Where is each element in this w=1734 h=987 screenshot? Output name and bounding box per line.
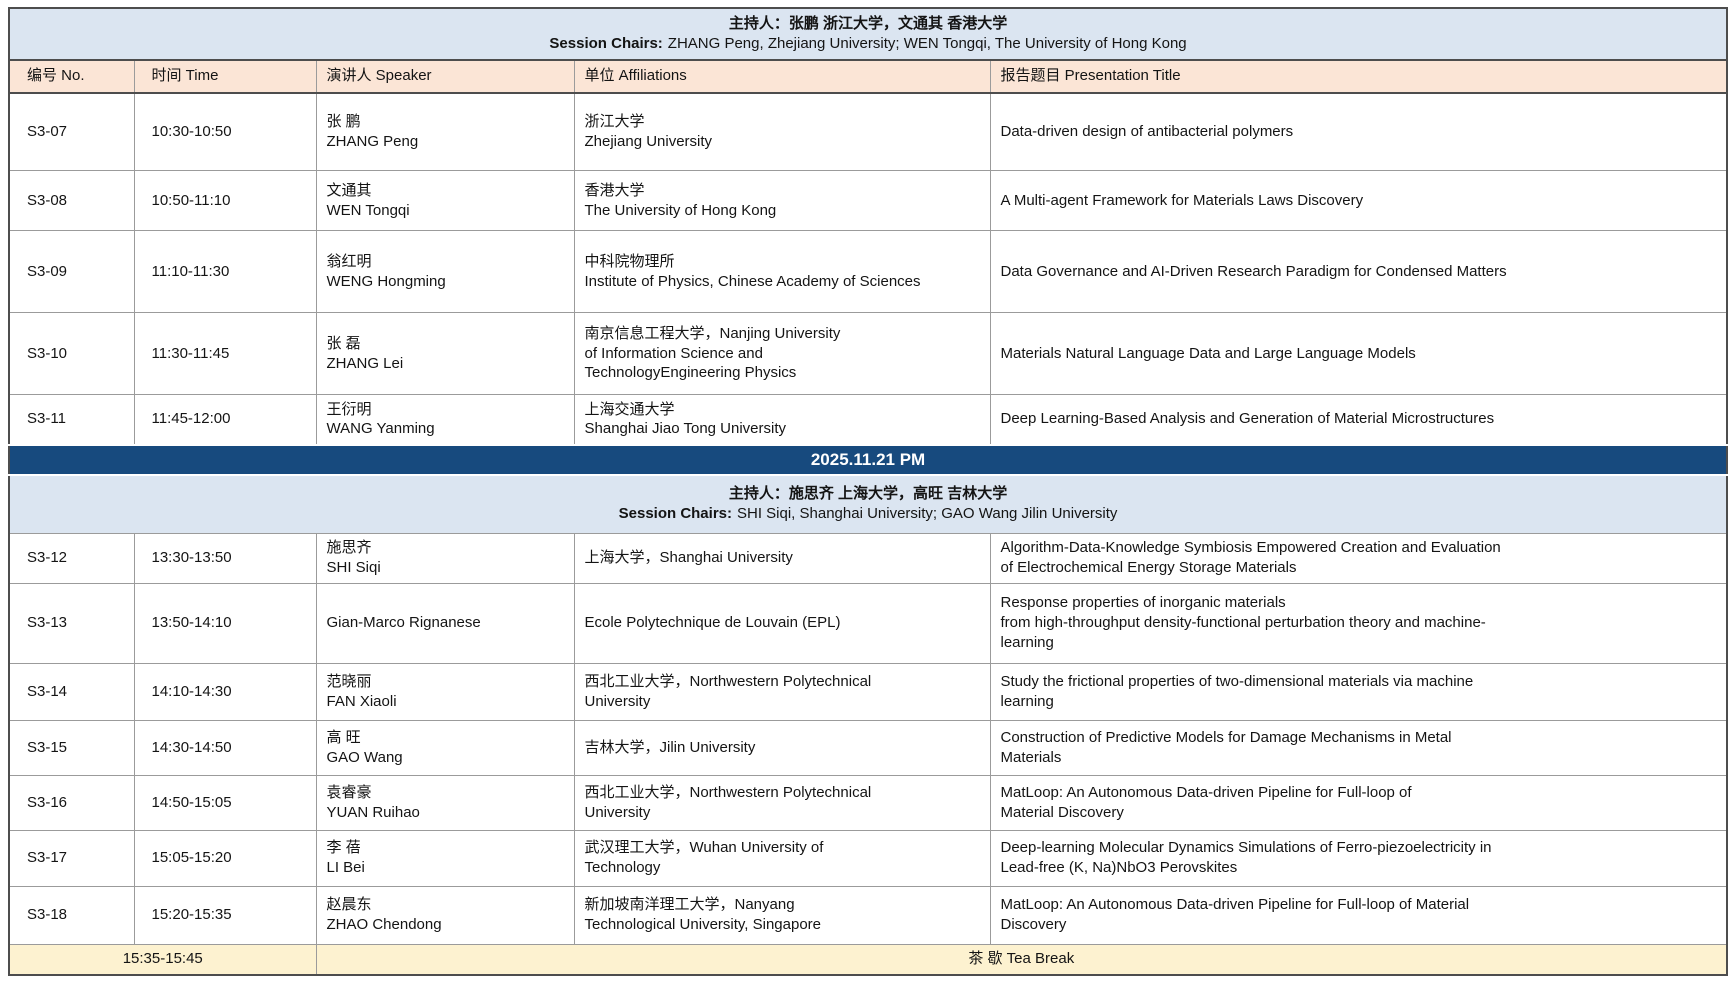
cell-title: Materials Natural Language Data and Larg… bbox=[990, 313, 1727, 395]
cell-time: 13:50-14:10 bbox=[134, 583, 316, 663]
cell-affiliation: 南京信息工程大学，Nanjing University of Informati… bbox=[574, 313, 990, 395]
column-header-title: 报告题目 Presentation Title bbox=[990, 60, 1727, 93]
cell-affiliation: 中科院物理所 Institute of Physics, Chinese Aca… bbox=[574, 231, 990, 313]
tea-break-time: 15:35-15:45 bbox=[9, 944, 316, 975]
column-header-speaker: 演讲人 Speaker bbox=[316, 60, 574, 93]
row-s3-18: S3-18 15:20-15:35 赵晨东 ZHAO Chendong 新加坡南… bbox=[9, 886, 1727, 944]
session-chairs-pm: 主持人：施思齐 上海大学，高旺 吉林大学 Session Chairs: SHI … bbox=[9, 475, 1727, 533]
row-s3-10: S3-10 11:30-11:45 张 磊 ZHANG Lei 南京信息工程大学… bbox=[9, 313, 1727, 395]
cell-title: Data-driven design of antibacterial poly… bbox=[990, 93, 1727, 171]
cell-title: MatLoop: An Autonomous Data-driven Pipel… bbox=[990, 775, 1727, 830]
session-chairs-am: 主持人：张鹏 浙江大学，文通其 香港大学 Session Chairs: ZHAN… bbox=[9, 8, 1727, 60]
chairs-en-text: Session Chairs: ZHANG Peng, Zhejiang Univ… bbox=[18, 34, 1718, 54]
session-chairs-pm-cell: 主持人：施思齐 上海大学，高旺 吉林大学 Session Chairs: SHI … bbox=[9, 475, 1727, 533]
cell-title: MatLoop: An Autonomous Data-driven Pipel… bbox=[990, 886, 1727, 944]
cell-time: 15:05-15:20 bbox=[134, 830, 316, 886]
row-s3-13: S3-13 13:50-14:10 Gian-Marco Rignanese E… bbox=[9, 583, 1727, 663]
cell-speaker: 文通其 WEN Tongqi bbox=[316, 171, 574, 231]
cell-no: S3-15 bbox=[9, 720, 134, 775]
row-s3-16: S3-16 14:50-15:05 袁睿豪 YUAN Ruihao 西北工业大学… bbox=[9, 775, 1727, 830]
cell-affiliation: 上海大学，Shanghai University bbox=[574, 533, 990, 583]
cell-speaker: 高 旺 GAO Wang bbox=[316, 720, 574, 775]
row-s3-09: S3-09 11:10-11:30 翁红明 WENG Hongming 中科院物… bbox=[9, 231, 1727, 313]
cell-no: S3-18 bbox=[9, 886, 134, 944]
cell-title: Response properties of inorganic materia… bbox=[990, 583, 1727, 663]
row-s3-14: S3-14 14:10-14:30 范晓丽 FAN Xiaoli 西北工业大学，… bbox=[9, 663, 1727, 720]
session-chairs-am-cell: 主持人：张鹏 浙江大学，文通其 香港大学 Session Chairs: ZHAN… bbox=[9, 8, 1727, 60]
cell-title: Deep Learning-Based Analysis and Generat… bbox=[990, 395, 1727, 445]
tea-break-row: 15:35-15:45 茶 歇 Tea Break bbox=[9, 944, 1727, 975]
row-s3-17: S3-17 15:05-15:20 李 蓓 LI Bei 武汉理工大学，Wuha… bbox=[9, 830, 1727, 886]
cell-title: Algorithm-Data-Knowledge Symbiosis Empow… bbox=[990, 533, 1727, 583]
cell-time: 14:10-14:30 bbox=[134, 663, 316, 720]
row-s3-07: S3-07 10:30-10:50 张 鹏 ZHANG Peng 浙江大学 Zh… bbox=[9, 93, 1727, 171]
cell-no: S3-12 bbox=[9, 533, 134, 583]
chairs-en-text: Session Chairs: SHI Siqi, Shanghai Univer… bbox=[18, 504, 1718, 524]
cell-speaker: 袁睿豪 YUAN Ruihao bbox=[316, 775, 574, 830]
cell-no: S3-11 bbox=[9, 395, 134, 445]
chairs-zh-text: 主持人：张鹏 浙江大学，文通其 香港大学 bbox=[18, 14, 1718, 34]
cell-speaker: 翁红明 WENG Hongming bbox=[316, 231, 574, 313]
cell-title: Study the frictional properties of two-d… bbox=[990, 663, 1727, 720]
row-s3-12: S3-12 13:30-13:50 施思齐 SHI Siqi 上海大学，Shan… bbox=[9, 533, 1727, 583]
cell-affiliation: 上海交通大学 Shanghai Jiao Tong University bbox=[574, 395, 990, 445]
cell-no: S3-17 bbox=[9, 830, 134, 886]
cell-speaker: 张 磊 ZHANG Lei bbox=[316, 313, 574, 395]
column-header-row: 编号 No. 时间 Time 演讲人 Speaker 单位 Affiliatio… bbox=[9, 60, 1727, 93]
date-banner: 2025.11.21 PM bbox=[9, 445, 1727, 475]
cell-time: 10:30-10:50 bbox=[134, 93, 316, 171]
cell-time: 14:50-15:05 bbox=[134, 775, 316, 830]
date-banner-row: 2025.11.21 PM bbox=[9, 445, 1727, 475]
cell-affiliation: 新加坡南洋理工大学，Nanyang Technological Universi… bbox=[574, 886, 990, 944]
column-header-time: 时间 Time bbox=[134, 60, 316, 93]
cell-time: 11:10-11:30 bbox=[134, 231, 316, 313]
cell-no: S3-10 bbox=[9, 313, 134, 395]
cell-affiliation: Ecole Polytechnique de Louvain (EPL) bbox=[574, 583, 990, 663]
cell-speaker: 王衍明 WANG Yanming bbox=[316, 395, 574, 445]
chairs-en-value: ZHANG Peng, Zhejiang University; WEN Ton… bbox=[668, 35, 1187, 52]
cell-affiliation: 浙江大学 Zhejiang University bbox=[574, 93, 990, 171]
row-s3-11: S3-11 11:45-12:00 王衍明 WANG Yanming 上海交通大… bbox=[9, 395, 1727, 445]
cell-speaker: Gian-Marco Rignanese bbox=[316, 583, 574, 663]
cell-speaker: 李 蓓 LI Bei bbox=[316, 830, 574, 886]
cell-time: 10:50-11:10 bbox=[134, 171, 316, 231]
row-s3-15: S3-15 14:30-14:50 高 旺 GAO Wang 吉林大学，Jili… bbox=[9, 720, 1727, 775]
cell-title: A Multi-agent Framework for Materials La… bbox=[990, 171, 1727, 231]
cell-time: 11:45-12:00 bbox=[134, 395, 316, 445]
chairs-zh-text: 主持人：施思齐 上海大学，高旺 吉林大学 bbox=[18, 484, 1718, 504]
cell-no: S3-13 bbox=[9, 583, 134, 663]
cell-title: Construction of Predictive Models for Da… bbox=[990, 720, 1727, 775]
cell-no: S3-16 bbox=[9, 775, 134, 830]
cell-no: S3-08 bbox=[9, 171, 134, 231]
chairs-en-value: SHI Siqi, Shanghai University; GAO Wang … bbox=[737, 505, 1117, 522]
chairs-en-label: Session Chairs: bbox=[549, 35, 662, 52]
cell-affiliation: 西北工业大学，Northwestern Polytechnical Univer… bbox=[574, 663, 990, 720]
cell-title: Data Governance and AI-Driven Research P… bbox=[990, 231, 1727, 313]
cell-affiliation: 香港大学 The University of Hong Kong bbox=[574, 171, 990, 231]
cell-time: 15:20-15:35 bbox=[134, 886, 316, 944]
cell-no: S3-09 bbox=[9, 231, 134, 313]
cell-time: 11:30-11:45 bbox=[134, 313, 316, 395]
program-table: 主持人：张鹏 浙江大学，文通其 香港大学 Session Chairs: ZHAN… bbox=[8, 7, 1728, 976]
cell-time: 13:30-13:50 bbox=[134, 533, 316, 583]
column-header-affiliation: 单位 Affiliations bbox=[574, 60, 990, 93]
row-s3-08: S3-08 10:50-11:10 文通其 WEN Tongqi 香港大学 Th… bbox=[9, 171, 1727, 231]
cell-no: S3-07 bbox=[9, 93, 134, 171]
cell-title: Deep-learning Molecular Dynamics Simulat… bbox=[990, 830, 1727, 886]
column-header-no: 编号 No. bbox=[9, 60, 134, 93]
cell-speaker: 施思齐 SHI Siqi bbox=[316, 533, 574, 583]
chairs-en-label: Session Chairs: bbox=[619, 505, 732, 522]
cell-affiliation: 吉林大学，Jilin University bbox=[574, 720, 990, 775]
tea-break-label: 茶 歇 Tea Break bbox=[316, 944, 1727, 975]
cell-speaker: 张 鹏 ZHANG Peng bbox=[316, 93, 574, 171]
cell-no: S3-14 bbox=[9, 663, 134, 720]
cell-affiliation: 西北工业大学，Northwestern Polytechnical Univer… bbox=[574, 775, 990, 830]
cell-speaker: 范晓丽 FAN Xiaoli bbox=[316, 663, 574, 720]
cell-speaker: 赵晨东 ZHAO Chendong bbox=[316, 886, 574, 944]
cell-time: 14:30-14:50 bbox=[134, 720, 316, 775]
cell-affiliation: 武汉理工大学，Wuhan University of Technology bbox=[574, 830, 990, 886]
